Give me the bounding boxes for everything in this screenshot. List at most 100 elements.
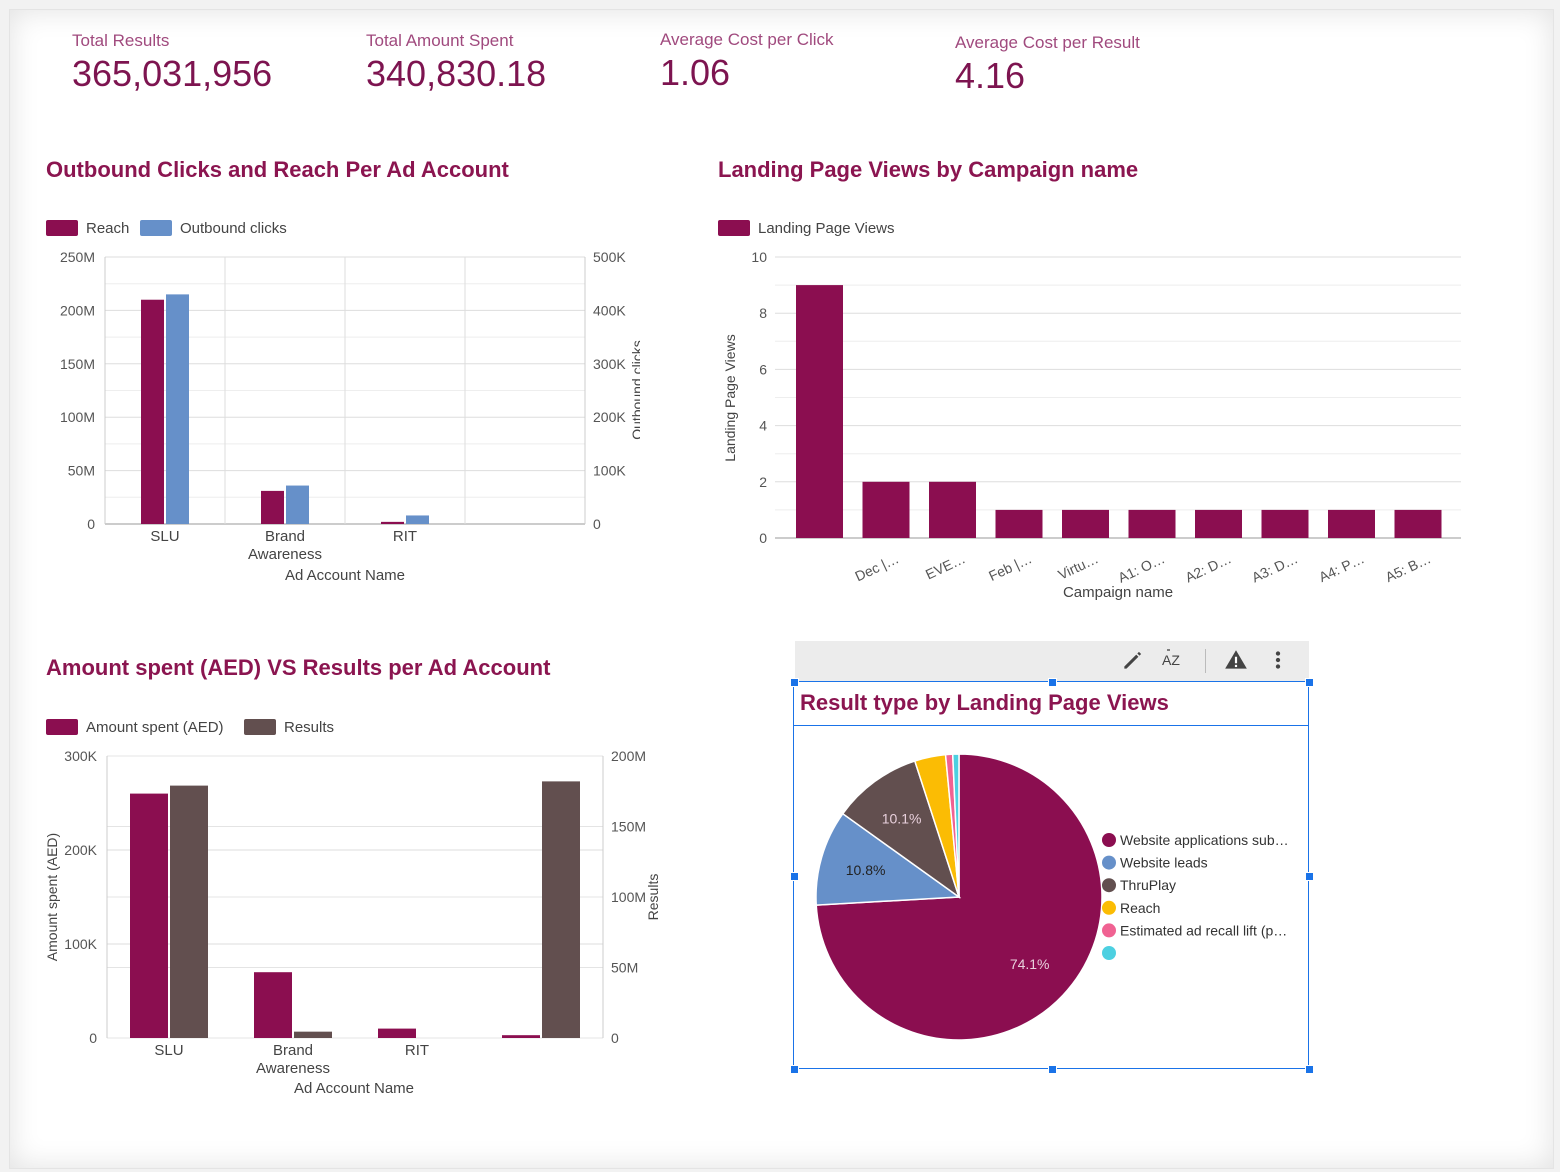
y2-tick-label: 150M [611, 819, 646, 835]
bar-landing-page-views [1195, 509, 1242, 538]
bar-landing-page-views [1062, 509, 1109, 538]
bar-landing-page-views [1394, 509, 1442, 538]
bar-results [294, 1031, 332, 1038]
legend-swatch [244, 719, 276, 735]
y-tick-label: 0 [89, 1030, 97, 1046]
bar-amount-spent-aed- [378, 1028, 416, 1038]
legend-swatch [1102, 878, 1116, 893]
resize-handle[interactable] [1305, 678, 1314, 687]
legend-label: Estimated ad recall lift (p… [1120, 922, 1287, 938]
legend-label: Website applications sub… [1120, 832, 1289, 848]
legend-swatch [140, 220, 172, 236]
resize-handle[interactable] [1305, 1065, 1314, 1074]
x-tick-label: A3: D… [1249, 550, 1300, 585]
bar-outbound-clicks [286, 485, 309, 524]
y2-tick-label: 100M [611, 889, 646, 905]
outbound-reach-chart[interactable]: Reach Outbound clicks 0 50M 100M 150M 200M 250M… [0, 200, 640, 600]
y2-tick-label: 200M [611, 748, 646, 764]
y2-tick-label: 300K [593, 356, 626, 372]
y-tick-label: 200K [64, 842, 97, 858]
legend-swatch [1102, 923, 1116, 938]
warning-icon[interactable] [1223, 647, 1249, 673]
bar-landing-page-views [862, 481, 910, 538]
y2-tick-label: 100K [593, 463, 626, 479]
amount-vs-results-chart[interactable]: Amount spent (AED) Results 0 100K 200K 300K 0 5… [0, 700, 680, 1120]
legend-label: Landing Page Views [758, 220, 895, 237]
x-tick-label: Feb |… [986, 550, 1034, 584]
y-tick-label: 6 [759, 361, 767, 377]
chart-toolbar: AZ [795, 641, 1309, 681]
more-vert-icon[interactable] [1265, 647, 1291, 673]
bar-amount-spent-aed- [254, 972, 292, 1038]
bar-landing-page-views [796, 285, 843, 538]
y-axis-title: Landing Page Views [722, 334, 738, 461]
bar-results [542, 781, 580, 1038]
x-axis-title: Ad Account Name [294, 1080, 414, 1097]
y-axis-title: Amount spent (AED) [44, 833, 60, 961]
x-tick-label: Virtu… [1055, 550, 1100, 582]
resize-handle[interactable] [1305, 872, 1314, 881]
x-tick-label: Brand [265, 528, 305, 545]
bar-landing-page-views [1328, 509, 1375, 538]
chart-title-outbound-reach: Outbound Clicks and Reach Per Ad Account [46, 157, 509, 182]
y-tick-label: 100K [64, 936, 97, 952]
y-tick-label: 4 [759, 418, 767, 434]
y-tick-label: 250M [60, 249, 95, 265]
y-tick-label: 10 [751, 249, 767, 265]
chart-title-landing-page-views: Landing Page Views by Campaign name [718, 157, 1139, 182]
kpi-value: 340,830.18 [366, 53, 547, 94]
legend-label: Website leads [1120, 855, 1208, 871]
y-tick-label: 2 [759, 474, 767, 490]
legend-label: Amount spent (AED) [86, 719, 224, 736]
kpi-avg-cost-per-result: Average Cost per Result 4.16 [955, 33, 1140, 97]
y-tick-label: 200M [60, 302, 95, 318]
y-tick-label: 100M [60, 409, 95, 425]
y-tick-label: 150M [60, 356, 95, 372]
bar-outbound-clicks [166, 294, 189, 524]
bar-reach [261, 490, 284, 524]
pie-slice-label: 10.8% [846, 862, 886, 878]
resize-handle[interactable] [1048, 678, 1057, 687]
x-tick-label: Awareness [256, 1060, 330, 1077]
x-tick-label: A1: O… [1115, 550, 1167, 586]
legend-swatch [1102, 855, 1116, 870]
x-tick-label: SLU [150, 528, 179, 545]
bar-amount-spent-aed- [130, 793, 168, 1038]
sort-az-label: AZ [1162, 652, 1180, 668]
x-axis-title: Ad Account Name [285, 567, 405, 584]
y-tick-label: 300K [64, 748, 97, 764]
kpi-label: Total Results [72, 31, 170, 50]
kpi-total-amount-spent: Total Amount Spent 340,830.18 [366, 31, 546, 95]
resize-handle[interactable] [790, 678, 799, 687]
pie-slice-label: 74.1% [1010, 956, 1050, 972]
bar-reach [381, 521, 404, 524]
kpi-value: 4.16 [955, 55, 1026, 96]
sort-az-icon[interactable]: AZ [1160, 647, 1186, 673]
legend-label: Reach [1120, 900, 1160, 916]
bar-landing-page-views [1261, 509, 1309, 538]
bar-amount-spent-aed- [502, 1035, 540, 1038]
result-type-pie-chart[interactable]: 74.1% 10.8% 10.1% Website applications sub…… [796, 730, 1306, 1070]
chart-title-result-type: Result type by Landing Page Views [800, 690, 1169, 715]
pie-slice-label: 10.1% [882, 811, 922, 827]
x-tick-label: Brand [273, 1042, 313, 1059]
kpi-label: Average Cost per Result [955, 33, 1140, 52]
pencil-icon[interactable] [1120, 647, 1146, 673]
x-tick-label: Dec |… [852, 550, 901, 584]
y-tick-label: 0 [87, 516, 95, 532]
y-tick-label: 50M [68, 463, 95, 479]
y2-tick-label: 400K [593, 302, 626, 318]
kpi-avg-cost-per-click: Average Cost per Click 1.06 [660, 30, 834, 94]
y-tick-label: 8 [759, 305, 767, 321]
landing-page-views-chart[interactable]: Landing Page Views 0 2 4 6 8 10 Dec |… EVE… Feb |… [700, 200, 1500, 620]
legend-swatch [718, 220, 750, 236]
y2-axis-title: Outbound clicks [629, 340, 640, 440]
legend-swatch [1102, 900, 1116, 915]
x-tick-label: A2: D… [1183, 550, 1234, 585]
bar-landing-page-views [1128, 509, 1176, 538]
x-tick-label: RIT [405, 1042, 429, 1059]
x-tick-label: Awareness [248, 546, 322, 563]
legend-label: ThruPlay [1120, 877, 1176, 893]
legend-label: Reach [86, 220, 129, 237]
pie-title-underline [794, 725, 1308, 726]
